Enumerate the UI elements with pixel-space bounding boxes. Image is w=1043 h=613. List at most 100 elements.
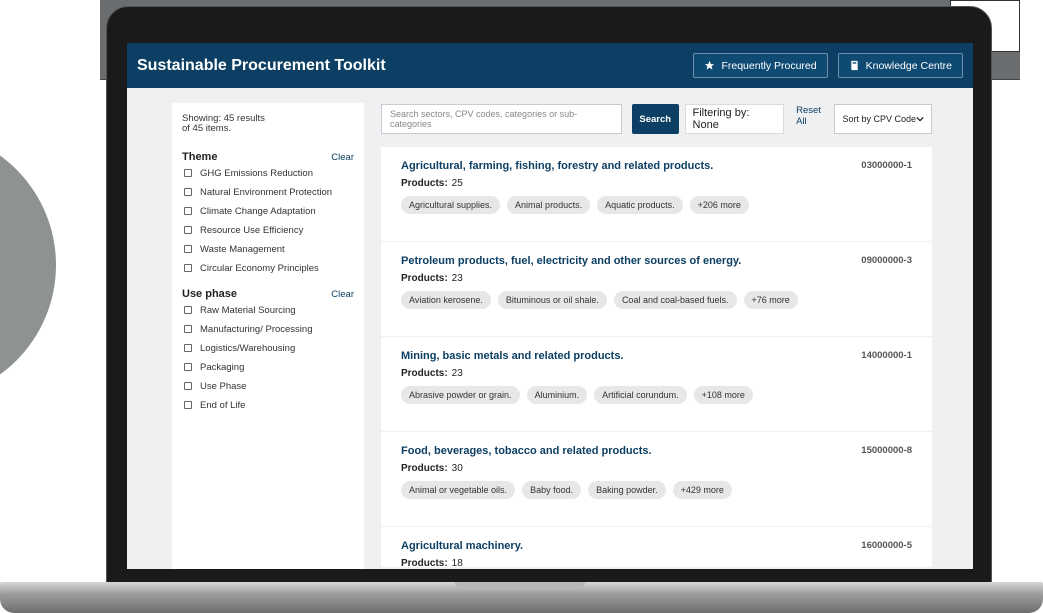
checkbox[interactable] (184, 245, 192, 254)
use-phase-option[interactable]: Logistics/Warehousing (184, 343, 354, 354)
more-tag[interactable]: +429 more (672, 481, 732, 499)
result-product-count: Products: 23 (401, 273, 912, 284)
laptop-notch (455, 582, 585, 589)
more-tag[interactable]: +76 more (743, 291, 798, 309)
tag[interactable]: Aviation kerosene. (401, 291, 491, 309)
checkbox[interactable] (184, 363, 192, 372)
tag[interactable]: Baking powder. (588, 481, 666, 499)
result-card[interactable]: Food, beverages, tobacco and related pro… (381, 432, 932, 526)
checkbox[interactable] (184, 226, 192, 235)
tag[interactable]: Aluminium. (526, 386, 588, 404)
knowledge-centre-button[interactable]: Knowledge Centre (837, 53, 963, 78)
result-title[interactable]: Mining, basic metals and related product… (401, 350, 912, 362)
result-title[interactable]: Food, beverages, tobacco and related pro… (401, 445, 912, 457)
theme-option[interactable]: GHG Emissions Reduction (184, 168, 354, 179)
knowledge-centre-label: Knowledge Centre (865, 59, 952, 72)
tag[interactable]: Agricultural supplies. (401, 196, 501, 214)
use-phase-option-label: Raw Material Sourcing (200, 304, 296, 316)
result-cpv-code: 09000000-3 (861, 255, 912, 266)
frequently-procured-button[interactable]: Frequently Procured (693, 53, 828, 78)
theme-option[interactable]: Circular Economy Principles (184, 263, 354, 274)
sort-select-value: Sort by CPV Code (842, 114, 917, 124)
checkbox[interactable] (184, 264, 192, 273)
result-title[interactable]: Agricultural, farming, fishing, forestry… (401, 160, 912, 172)
result-cpv-code: 14000000-1 (861, 350, 912, 361)
book-icon (850, 60, 858, 71)
theme-option[interactable]: Natural Environment Protection (184, 187, 354, 198)
use-phase-option-label: Packaging (200, 361, 245, 373)
result-product-count: Products: 25 (401, 178, 912, 189)
frequently-procured-label: Frequently Procured (721, 59, 817, 72)
use-phase-option-label: Use Phase (200, 380, 247, 392)
tag[interactable]: Coal and coal-based fuels. (613, 291, 737, 309)
use-phase-option[interactable]: Packaging (184, 362, 354, 373)
use-phase-option[interactable]: Use Phase (184, 381, 354, 392)
use-phase-filter-title: Use phase (182, 287, 238, 300)
products-label: Products: (401, 178, 448, 189)
checkbox[interactable] (184, 401, 192, 410)
result-title[interactable]: Agricultural machinery. (401, 540, 912, 552)
theme-option-label: Waste Management (200, 243, 285, 255)
theme-filter-title: Theme (182, 150, 218, 163)
checkbox[interactable] (184, 344, 192, 353)
star-icon (705, 60, 715, 70)
theme-option[interactable]: Climate Change Adaptation (184, 206, 354, 217)
chevron-down-icon (916, 116, 924, 122)
result-cpv-code: 03000000-1 (861, 160, 912, 171)
laptop-screen: Sustainable Procurement Toolkit Frequent… (127, 43, 973, 569)
checkbox[interactable] (184, 188, 192, 197)
tag[interactable]: Bituminous or oil shale. (497, 291, 607, 309)
result-card[interactable]: Agricultural machinery. 16000000-5 Produ… (381, 527, 932, 569)
results-count-line2: of 45 items. (182, 123, 232, 135)
tag[interactable]: Animal products. (507, 196, 591, 214)
use-phase-option[interactable]: Manufacturing/ Processing (184, 324, 354, 335)
result-tags: Abrasive powder or grain. Aluminium. Art… (401, 386, 912, 404)
more-tag[interactable]: +108 more (693, 386, 753, 404)
result-card[interactable]: Petroleum products, fuel, electricity an… (381, 242, 932, 336)
tag[interactable]: Abrasive powder or grain. (401, 386, 520, 404)
results-panel: Search sectors, CPV codes, categories or… (381, 103, 933, 569)
products-value: 23 (451, 368, 463, 379)
stage: Sustainable Procurement Toolkit Frequent… (0, 0, 1043, 613)
theme-filter-header: Theme Clear (182, 151, 354, 163)
checkbox[interactable] (184, 306, 192, 315)
decorative-circle (0, 130, 56, 400)
theme-option[interactable]: Waste Management (184, 244, 354, 255)
result-title[interactable]: Petroleum products, fuel, electricity an… (401, 255, 912, 267)
products-value: 23 (451, 273, 463, 284)
result-card[interactable]: Agricultural, farming, fishing, forestry… (381, 147, 932, 241)
tag[interactable]: Animal or vegetable oils. (401, 481, 516, 499)
theme-option[interactable]: Resource Use Efficiency (184, 225, 354, 236)
more-tag[interactable]: +206 more (689, 196, 749, 214)
use-phase-option[interactable]: End of Life (184, 400, 354, 411)
result-product-count: Products: 18 (401, 558, 912, 569)
search-toolbar: Search sectors, CPV codes, categories or… (381, 103, 933, 135)
use-phase-option-label: Manufacturing/ Processing (200, 323, 313, 335)
result-product-count: Products: 23 (401, 368, 912, 379)
search-button[interactable]: Search (631, 104, 679, 134)
checkbox[interactable] (184, 382, 192, 391)
products-value: 18 (451, 558, 463, 569)
checkbox[interactable] (184, 325, 192, 334)
tag[interactable]: Artificial corundum. (594, 386, 687, 404)
checkbox[interactable] (184, 207, 192, 216)
result-card[interactable]: Mining, basic metals and related product… (381, 337, 932, 431)
checkbox[interactable] (184, 169, 192, 178)
reset-all-link[interactable]: Reset All (796, 105, 832, 127)
sort-select[interactable]: Sort by CPV Code (834, 104, 933, 134)
result-tags: Agricultural supplies. Animal products. … (401, 196, 912, 214)
theme-clear-link[interactable]: Clear (331, 152, 354, 163)
result-tags: Animal or vegetable oils. Baby food. Bak… (401, 481, 912, 499)
use-phase-option[interactable]: Raw Material Sourcing (184, 305, 354, 316)
use-phase-clear-link[interactable]: Clear (331, 289, 354, 300)
content-area: Showing: 45 results of 45 items. Theme C… (127, 88, 973, 569)
app-title: Sustainable Procurement Toolkit (137, 56, 386, 74)
search-input[interactable]: Search sectors, CPV codes, categories or… (381, 104, 622, 134)
result-product-count: Products: 30 (401, 463, 912, 474)
products-value: 30 (451, 463, 463, 474)
theme-option-label: Climate Change Adaptation (200, 205, 316, 217)
theme-option-label: Resource Use Efficiency (200, 224, 304, 236)
tag[interactable]: Baby food. (522, 481, 582, 499)
tag[interactable]: Aquatic products. (597, 196, 683, 214)
filtering-status: Filtering by: None (684, 104, 785, 134)
